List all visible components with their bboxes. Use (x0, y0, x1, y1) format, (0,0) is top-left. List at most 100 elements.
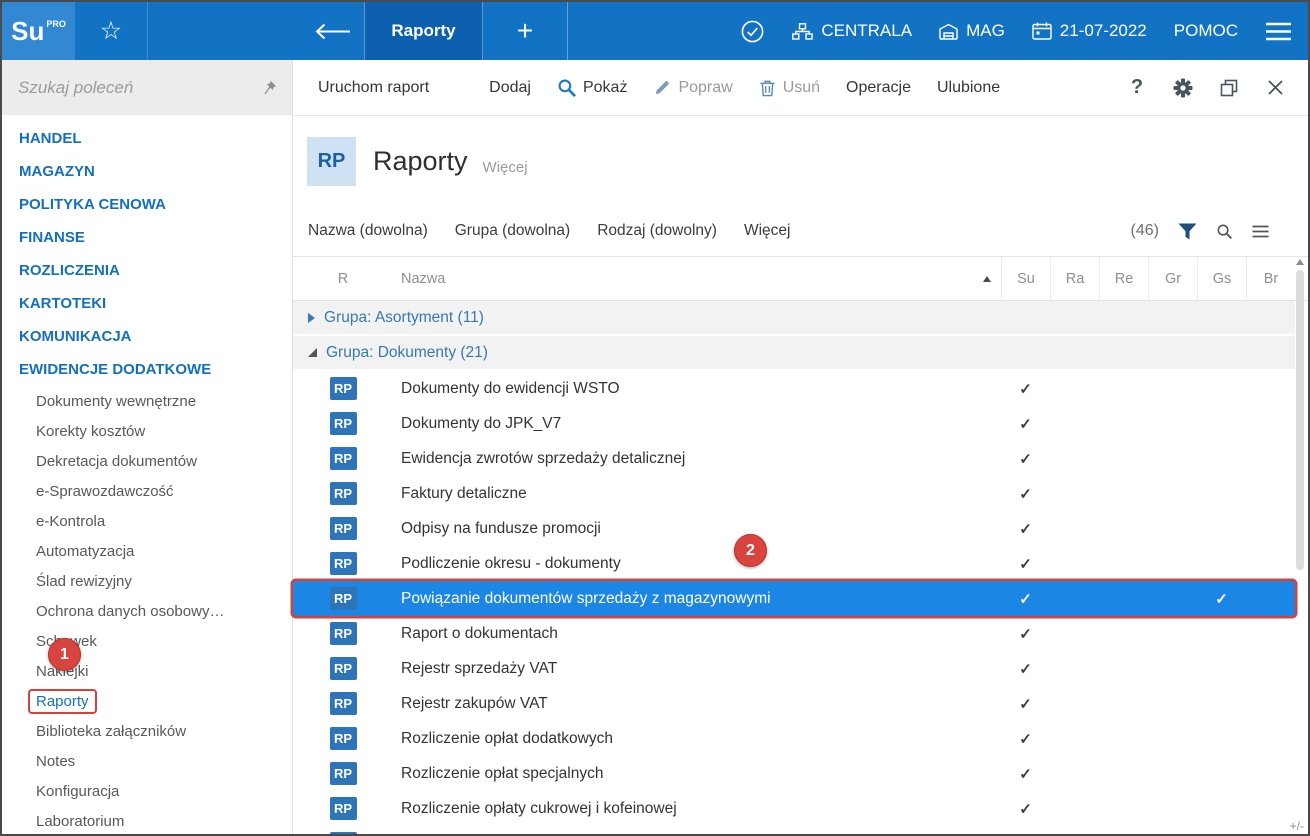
sidebar-item-label: KARTOTEKI (19, 295, 106, 312)
main-panel: Uruchom raport DodajPokażPoprawUsuńOperac… (293, 60, 1308, 834)
new-tab-button[interactable]: + (483, 2, 568, 60)
result-count: (46) (1131, 222, 1159, 240)
app-logo[interactable]: Su PRO (2, 2, 75, 60)
collapse-arrow-icon[interactable] (308, 348, 317, 357)
close-button[interactable] (1252, 60, 1298, 115)
sidebar-item-kartoteki[interactable]: KARTOTEKI (2, 287, 292, 320)
vertical-scrollbar[interactable] (1294, 256, 1306, 818)
toolbar-dodaj-button[interactable]: Dodaj (476, 60, 544, 115)
sidebar-item-naklejki[interactable]: Naklejki (2, 656, 292, 686)
sidebar-item-biblioteka-załączników[interactable]: Biblioteka załączników (2, 716, 292, 746)
column-header-su[interactable]: Su (1001, 257, 1050, 300)
list-options-icon[interactable] (1252, 225, 1269, 238)
sidebar-item-ochrona-danych-osobowy[interactable]: Ochrona danych osobowy… (2, 596, 292, 626)
sidebar-item-e-sprawozdawczość[interactable]: e-Sprawozdawczość (2, 476, 292, 506)
column-plus-minus-hint[interactable]: +/- (1290, 819, 1304, 833)
restore-button[interactable] (1206, 60, 1252, 115)
report-type-icon: RP (330, 832, 357, 836)
column-header-re[interactable]: Re (1099, 257, 1148, 300)
sidebar-item-automatyzacja[interactable]: Automatyzacja (2, 536, 292, 566)
report-row-dokumenty-do-jpk-v7[interactable]: RPDokumenty do JPK_V7✓ (293, 406, 1295, 441)
report-row-rejestr-sprzedaży-vat[interactable]: RPRejestr sprzedaży VAT✓ (293, 651, 1295, 686)
date-selector[interactable]: 21-07-2022 (1032, 21, 1147, 41)
sidebar-item-schowek[interactable]: Schowek (2, 626, 292, 656)
sidebar-item-komunikacja[interactable]: KOMUNIKACJA (2, 320, 292, 353)
column-header-ra[interactable]: Ra (1050, 257, 1099, 300)
sidebar-item-label: ROZLICZENIA (19, 262, 120, 279)
sidebar-item-handel[interactable]: HANDEL (2, 122, 292, 155)
company-selector[interactable]: CENTRALA (792, 21, 912, 41)
sidebar-item-korekty-kosztów[interactable]: Korekty kosztów (2, 416, 292, 446)
sidebar-item-dekretacja-dokumentów[interactable]: Dekretacja dokumentów (2, 446, 292, 476)
back-button[interactable] (302, 2, 364, 60)
sidebar-item-finanse[interactable]: FINANSE (2, 221, 292, 254)
filter-więcej[interactable]: Więcej (744, 222, 791, 240)
sidebar-item-label: KOMUNIKACJA (19, 328, 132, 345)
favorites-button[interactable]: ☆ (75, 2, 148, 60)
sidebar-item-ewidencje-dodatkowe[interactable]: EWIDENCJE DODATKOWE (2, 353, 292, 386)
toolbar-pokaż-button[interactable]: Pokaż (544, 60, 640, 115)
report-row-rozliczenie-opłat-specjalnych[interactable]: RPRozliczenie opłat specjalnych✓ (293, 756, 1295, 791)
settings-button[interactable] (1160, 60, 1206, 115)
sidebar-item-label: Dekretacja dokumentów (36, 453, 197, 470)
topbar: Su PRO ☆ Raporty + (2, 2, 1308, 60)
report-row-podliczenie-okresu-dokumenty[interactable]: RPPodliczenie okresu - dokumenty✓ (293, 546, 1295, 581)
report-row[interactable]: RP (293, 826, 1295, 836)
sidebar-item-laboratorium[interactable]: Laboratorium (2, 806, 292, 834)
help-button[interactable]: ? (1114, 60, 1160, 115)
report-row-powiązanie-dokumentów-sprzedaży-z-magazynowymi[interactable]: RPPowiązanie dokumentów sprzedaży z maga… (293, 581, 1295, 616)
sidebar-item-dokumenty-wewnętrzne[interactable]: Dokumenty wewnętrzne (2, 386, 292, 416)
report-row-rozliczenie-opłat-dodatkowych[interactable]: RPRozliczenie opłat dodatkowych✓ (293, 721, 1295, 756)
scrollbar-thumb[interactable] (1296, 270, 1304, 570)
help-menu[interactable]: POMOC (1174, 21, 1238, 41)
group-row-grupa-dokumenty-21[interactable]: Grupa: Dokumenty (21) (293, 336, 1295, 371)
toolbar-uruchom-raport-button[interactable]: Uruchom raport (305, 60, 442, 115)
search-input[interactable] (16, 77, 258, 99)
help-icon: ? (1131, 76, 1143, 99)
sidebar-item-ślad-rewizyjny[interactable]: Ślad rewizyjny (2, 566, 292, 596)
column-header-br[interactable]: Br (1246, 257, 1295, 300)
sidebar-item-polityka-cenowa[interactable]: POLITYKA CENOWA (2, 188, 292, 221)
filter-grupa-dowolna[interactable]: Grupa (dowolna) (455, 222, 570, 240)
sidebar-item-konfiguracja[interactable]: Konfiguracja (2, 776, 292, 806)
report-row-faktury-detaliczne[interactable]: RPFaktury detaliczne✓ (293, 476, 1295, 511)
search-icon[interactable] (1216, 223, 1233, 240)
pin-button[interactable] (258, 77, 280, 99)
filter-rodzaj-dowolny[interactable]: Rodzaj (dowolny) (597, 222, 717, 240)
report-row-dokumenty-do-ewidencji-wsto[interactable]: RPDokumenty do ewidencji WSTO✓ (293, 371, 1295, 406)
toolbar-button-label: Uruchom raport (318, 79, 429, 97)
column-header-gr[interactable]: Gr (1148, 257, 1197, 300)
tab-raporty[interactable]: Raporty (364, 2, 483, 60)
filter-funnel-icon[interactable] (1178, 223, 1197, 240)
sidebar-item-e-kontrola[interactable]: e-Kontrola (2, 506, 292, 536)
column-header-name[interactable]: Nazwa (393, 257, 1001, 300)
report-type-icon: RP (330, 622, 357, 645)
toolbar-ulubione-button[interactable]: Ulubione (924, 60, 1013, 115)
filter-nazwa-dowolna[interactable]: Nazwa (dowolna) (308, 222, 428, 240)
status-check-button[interactable] (740, 19, 765, 44)
warehouse-selector[interactable]: MAG (939, 21, 1005, 41)
pencil-icon (653, 79, 671, 97)
report-name: Rejestr sprzedaży VAT (393, 660, 1001, 678)
sidebar-item-magazyn[interactable]: MAGAZYN (2, 155, 292, 188)
scroll-up-icon[interactable] (1296, 259, 1304, 265)
group-row-grupa-asortyment-11[interactable]: Grupa: Asortyment (11) (293, 301, 1295, 336)
expand-arrow-icon[interactable] (308, 313, 315, 323)
column-header-r[interactable]: R (293, 257, 393, 300)
report-row-ewidencja-zwrotów-sprzedaży-detalicznej[interactable]: RPEwidencja zwrotów sprzedaży detaliczne… (293, 441, 1295, 476)
toolbar-usuń-button[interactable]: Usuń (746, 60, 833, 115)
table-rows: Grupa: Asortyment (11)Grupa: Dokumenty (… (293, 301, 1308, 836)
report-row-odpisy-na-fundusze-promocji[interactable]: RPOdpisy na fundusze promocji✓ (293, 511, 1295, 546)
toolbar-operacje-button[interactable]: Operacje (833, 60, 924, 115)
sidebar-item-rozliczenia[interactable]: ROZLICZENIA (2, 254, 292, 287)
sidebar-item-raporty[interactable]: Raporty (2, 686, 292, 716)
report-row-raport-o-dokumentach[interactable]: RPRaport o dokumentach✓ (293, 616, 1295, 651)
report-row-rozliczenie-opłaty-cukrowej-i-kofeinowej[interactable]: RPRozliczenie opłaty cukrowej i kofeinow… (293, 791, 1295, 826)
sidebar-item-notes[interactable]: Notes (2, 746, 292, 776)
report-row-rejestr-zakupów-vat[interactable]: RPRejestr zakupów VAT✓ (293, 686, 1295, 721)
column-header-gs[interactable]: Gs (1197, 257, 1246, 300)
main-menu-button[interactable] (1265, 22, 1292, 41)
toolbar-popraw-button[interactable]: Popraw (640, 60, 745, 115)
header-more-link[interactable]: Więcej (483, 147, 528, 176)
report-type-icon: RP (330, 762, 357, 785)
